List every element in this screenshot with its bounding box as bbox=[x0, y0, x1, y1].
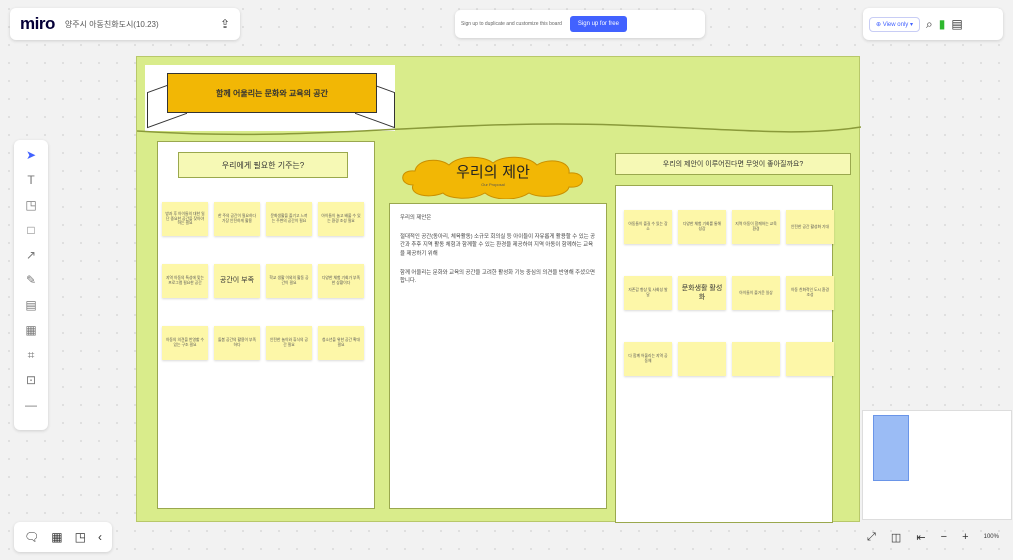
sticky-note[interactable]: 지역 아동의 특성에 맞는 프로그램 필요한 공간 bbox=[162, 264, 208, 298]
sticky-note-tool[interactable]: ◳ bbox=[21, 198, 41, 212]
view-only-dropdown[interactable]: ⊕ View only ▾ bbox=[869, 16, 920, 32]
comment-tool[interactable]: ▤ bbox=[21, 298, 41, 312]
minimap-viewport[interactable] bbox=[873, 415, 909, 481]
sticky-note[interactable]: 돌봄 공간의 활용이 부족하다 bbox=[214, 326, 260, 360]
sticky-note[interactable]: 아이들이 놀고 배울 수 있는 환경 조성 필요 bbox=[318, 202, 364, 236]
outcomes-panel: 아동들이 즐길 수 있는 장소 다양한 체험 기회를 통해 성장 지역 아동이 함께… bbox=[615, 185, 834, 523]
sticky-note[interactable]: 방과 후 아이들의 대한 일단 중요한 공간을 찾아야 하는 필요 bbox=[162, 202, 208, 236]
sticky-note[interactable]: 문화생활 활성화 bbox=[678, 276, 726, 310]
board-frame: 함께 어울리는 문화와 교육의 공간 우리에게 필요한 기주는? 방과 후 아이… bbox=[136, 56, 861, 523]
proposal-paragraph-1: 절대적인 공간(동아리, 체육활동) 소규모 회의실 등 아이들이 자유롭게 활… bbox=[400, 233, 596, 257]
sticky-note[interactable]: 공간이 부족 bbox=[214, 264, 260, 298]
sticky-note[interactable] bbox=[732, 342, 780, 376]
timer-icon[interactable]: ▮ bbox=[939, 17, 946, 31]
proposal-paragraph-2: 함께 어울리는 문화와 교육의 공간을 고려한 활성화 기능 중심의 의견을 반… bbox=[400, 269, 596, 285]
shape-tool[interactable]: □ bbox=[21, 223, 41, 237]
frame-tool[interactable]: ⌗ bbox=[21, 348, 41, 362]
miro-logo[interactable]: miro bbox=[20, 14, 55, 34]
signup-button[interactable]: Sign up for free bbox=[569, 16, 627, 32]
sticky-note[interactable]: 학교 생활 이외의 활동 공간이 필요 bbox=[266, 264, 312, 298]
zoom-controls: ⤢ ◫ ⇤ − + 100% bbox=[863, 522, 1003, 552]
left-toolbar: ➤ T ◳ □ ↗ ✎ ▤ ▦ ⌗ ⊡ — bbox=[14, 140, 48, 430]
proposal-cloud[interactable]: 우리의 제안 Our Proposal bbox=[399, 155, 587, 200]
banner-ribbon[interactable]: 함께 어울리는 문화와 교육의 공간 bbox=[167, 73, 377, 113]
select-tool[interactable]: ➤ bbox=[21, 148, 41, 162]
pen-tool[interactable]: ✎ bbox=[21, 273, 41, 287]
more-tools[interactable]: — bbox=[21, 398, 41, 412]
sticky-note[interactable]: 다양한 체험 기회가 부족한 상황이다 bbox=[318, 264, 364, 298]
sticky-note[interactable]: 문화생활을 즐기고 느끼는 주변의 공간이 필요 bbox=[266, 202, 312, 236]
sticky-note[interactable]: 아동 친화적인 도시 환경 조성 bbox=[786, 276, 834, 310]
upload-icon[interactable]: ⇪ bbox=[220, 17, 230, 31]
board-title[interactable]: 양주시 아동친화도시(10.23) bbox=[65, 19, 159, 30]
sticky-note[interactable]: 아동들이 즐길 수 있는 장소 bbox=[624, 210, 672, 244]
sticky-note[interactable]: 지역 아동이 함께하는 교육 환경 bbox=[732, 210, 780, 244]
wave-divider bbox=[137, 123, 861, 136]
sticky-note[interactable]: 아이들이 즐거운 일상 bbox=[732, 276, 780, 310]
sticky-note[interactable] bbox=[678, 342, 726, 376]
sticky-note[interactable]: 안전한 공간 활성화 기대 bbox=[786, 210, 834, 244]
sticky-note[interactable]: 다양한 체험 기회를 통해 성장 bbox=[678, 210, 726, 244]
outcomes-title[interactable]: 우리의 제안이 이루어진다면 무엇이 좋아질까요? bbox=[615, 153, 851, 175]
template-tool[interactable]: ▦ bbox=[21, 323, 41, 337]
search-icon[interactable]: ⌕ bbox=[926, 17, 933, 32]
board-header: miro 양주시 아동친화도시(10.23) ⇪ bbox=[10, 8, 240, 40]
sticky-note[interactable]: 한 주의 공간이 필요하다 가장 안전하게 활용 bbox=[214, 202, 260, 236]
view-only-label: View only bbox=[882, 21, 909, 28]
signup-banner: Sign up to duplicate and customize this … bbox=[455, 10, 705, 38]
minimap-icon[interactable]: ◫ bbox=[891, 531, 901, 544]
proposal-panel[interactable]: 우리의 제안은 절대적인 공간(동아리, 체육활동) 소규모 회의실 등 아이들… bbox=[389, 203, 607, 509]
needs-title[interactable]: 우리에게 필요한 기주는? bbox=[178, 152, 348, 178]
proposal-heading: 우리의 제안은 bbox=[400, 215, 432, 221]
expand-icon[interactable]: ⤢ bbox=[867, 531, 876, 544]
sticky-note[interactable]: 아동의 의견을 반영할 수 있는 구조 필요 bbox=[162, 326, 208, 360]
sticky-note[interactable] bbox=[786, 342, 834, 376]
chevron-icon[interactable]: ‹ bbox=[98, 530, 102, 544]
upload-tool[interactable]: ⊡ bbox=[21, 373, 41, 387]
signup-text: Sign up to duplicate and customize this … bbox=[461, 21, 562, 27]
zoom-level[interactable]: 100% bbox=[984, 534, 999, 540]
top-right-controls: ⊕ View only ▾ ⌕ ▮ ▤ bbox=[863, 8, 1003, 40]
sticky-note[interactable]: 청소년을 위한 공간 확대 필요 bbox=[318, 326, 364, 360]
sticky-note[interactable]: 자존감 향상 및 사회성 발달 bbox=[624, 276, 672, 310]
minimap[interactable] bbox=[862, 410, 1012, 520]
sticky-icon[interactable]: ◳ bbox=[75, 530, 86, 544]
connection-line-tool[interactable]: ↗ bbox=[21, 248, 41, 262]
zoom-in-button[interactable]: + bbox=[962, 531, 968, 543]
cloud-title: 우리의 제안 bbox=[456, 163, 530, 181]
needs-panel: 우리에게 필요한 기주는? 방과 후 아이들의 대한 일단 중요한 공간을 찾아… bbox=[157, 141, 375, 509]
notes-icon[interactable]: ▤ bbox=[951, 17, 962, 31]
zoom-out-button[interactable]: − bbox=[941, 531, 947, 543]
comments-icon[interactable]: 🗨 bbox=[24, 530, 39, 544]
fit-to-screen-icon[interactable]: ⇤ bbox=[916, 531, 925, 544]
cloud-subtitle: Our Proposal bbox=[481, 182, 505, 187]
sticky-note[interactable]: 안전한 놀이와 휴식의 공간 필요 bbox=[266, 326, 312, 360]
grid-icon[interactable]: ▦ bbox=[51, 530, 62, 544]
sticky-note[interactable]: 다 함께 어울리는 지역 공동체 bbox=[624, 342, 672, 376]
bottom-left-bar: 🗨 ▦ ◳ ‹ bbox=[14, 522, 112, 552]
text-tool[interactable]: T bbox=[21, 173, 41, 187]
